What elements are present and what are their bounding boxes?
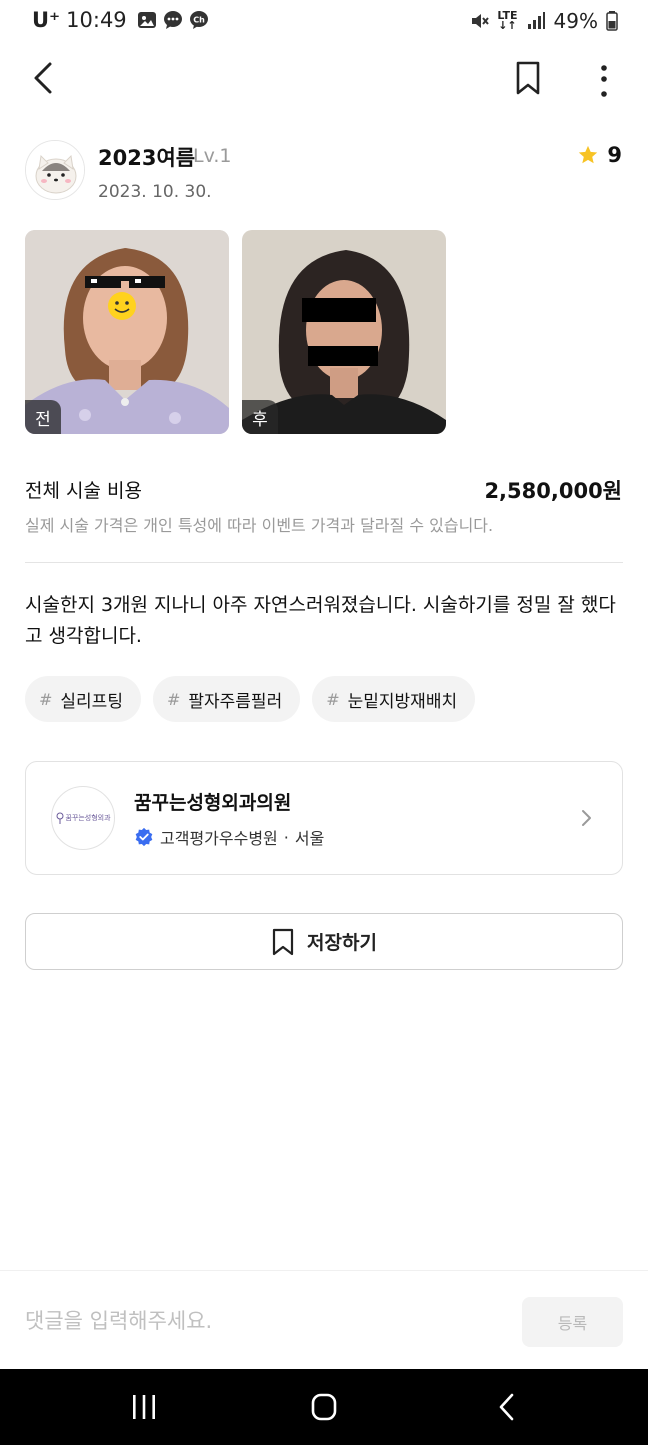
rating: 9 (577, 143, 622, 167)
comment-input[interactable] (25, 1301, 495, 1341)
status-bar-left: U⁺ 10:49 Ch (32, 8, 209, 32)
channel-notification-icon: Ch (189, 11, 208, 29)
section-divider (25, 562, 623, 563)
tag-chip[interactable]: # 실리프팅 (25, 676, 141, 722)
hash-icon: # (39, 689, 53, 709)
total-cost-label: 전체 시술 비용 (25, 480, 142, 502)
before-photo[interactable]: 전 (25, 230, 229, 434)
status-bar: U⁺ 10:49 Ch LTE ↓↑ 49% (0, 0, 648, 44)
star-icon (579, 145, 598, 164)
back-arrow-icon[interactable] (26, 56, 62, 100)
chevron-right-icon (582, 810, 591, 826)
bookmark-icon[interactable] (512, 60, 546, 96)
tag-list: # 실리프팅 # 팔자주름필러 # 눈밑지방재배치 (25, 676, 476, 722)
status-time: 10:49 (66, 8, 127, 32)
recent-apps-icon[interactable] (128, 1389, 160, 1425)
rating-value: 9 (607, 143, 622, 167)
hospital-badge-label: 고객평가우수병원 (160, 829, 278, 848)
hospital-location: 서울 (294, 829, 325, 848)
carrier-label: U⁺ (32, 8, 61, 32)
meta-separator: · (283, 827, 289, 847)
save-button[interactable]: 저장하기 (25, 913, 623, 970)
lte-indicator: LTE ↓↑ (497, 9, 518, 32)
after-label: 후 (242, 400, 278, 434)
review-text: 시술한지 3개원 지나니 아주 자연스러워졌습니다. 시술하기를 정밀 잘 했다… (25, 594, 616, 647)
system-back-icon[interactable] (492, 1389, 522, 1425)
post-date: 2023. 10. 30. (98, 182, 212, 202)
before-label: 전 (25, 400, 61, 434)
author-level: Lv.1 (193, 145, 232, 167)
battery-icon (606, 11, 618, 31)
submit-comment-button[interactable]: 등록 (522, 1297, 623, 1347)
tag-label: 눈밑지방재배치 (347, 691, 458, 712)
after-photo[interactable]: 후 (242, 230, 446, 434)
status-bar-right: LTE ↓↑ 49% (469, 9, 618, 33)
comment-bar: 등록 (0, 1270, 648, 1369)
cat-avatar-icon (26, 141, 84, 199)
gallery-notification-icon (137, 12, 156, 28)
hospital-card[interactable]: 꿈꾸는성형외과 꿈꾸는성형외과의원 고객평가우수병원 · 서울 (25, 761, 623, 875)
signal-icon (527, 12, 545, 29)
hash-icon: # (326, 689, 340, 709)
tag-chip[interactable]: # 팔자주름필러 (152, 676, 301, 722)
verified-badge-icon (135, 827, 153, 847)
message-notification-icon (163, 11, 182, 29)
hospital-name: 꿈꾸는성형외과의원 (134, 792, 292, 814)
tag-chip[interactable]: # 눈밑지방재배치 (312, 676, 476, 722)
lte-label: LTE (497, 9, 518, 22)
hash-icon: # (166, 689, 181, 709)
top-nav (0, 52, 648, 104)
submit-button-label: 등록 (557, 1314, 588, 1333)
home-icon[interactable] (306, 1389, 342, 1425)
cost-disclaimer: 실제 시술 가격은 개인 특성에 따라 이벤트 가격과 달라질 수 있습니다. (25, 516, 494, 535)
mute-icon (472, 14, 490, 28)
bookmark-icon (272, 928, 294, 955)
hospital-logo-text: 꿈꾸는성형외과 (65, 814, 111, 822)
svg-text:Ch: Ch (193, 16, 205, 25)
hospital-meta: 고객평가우수병원 · 서울 (134, 825, 324, 849)
tag-label: 실리프팅 (60, 691, 123, 712)
tag-label: 팔자주름필러 (188, 691, 283, 712)
save-button-label: 저장하기 (307, 932, 377, 954)
flower-logo-icon (56, 812, 64, 824)
system-nav-bar (0, 1369, 648, 1445)
battery-percent: 49% (553, 9, 598, 33)
total-cost-value: 2,580,000원 (484, 479, 622, 503)
avatar[interactable] (25, 140, 85, 200)
more-vertical-icon[interactable] (590, 58, 618, 98)
hospital-logo: 꿈꾸는성형외과 (51, 786, 115, 850)
author-name[interactable]: 2023여름 (98, 142, 195, 172)
